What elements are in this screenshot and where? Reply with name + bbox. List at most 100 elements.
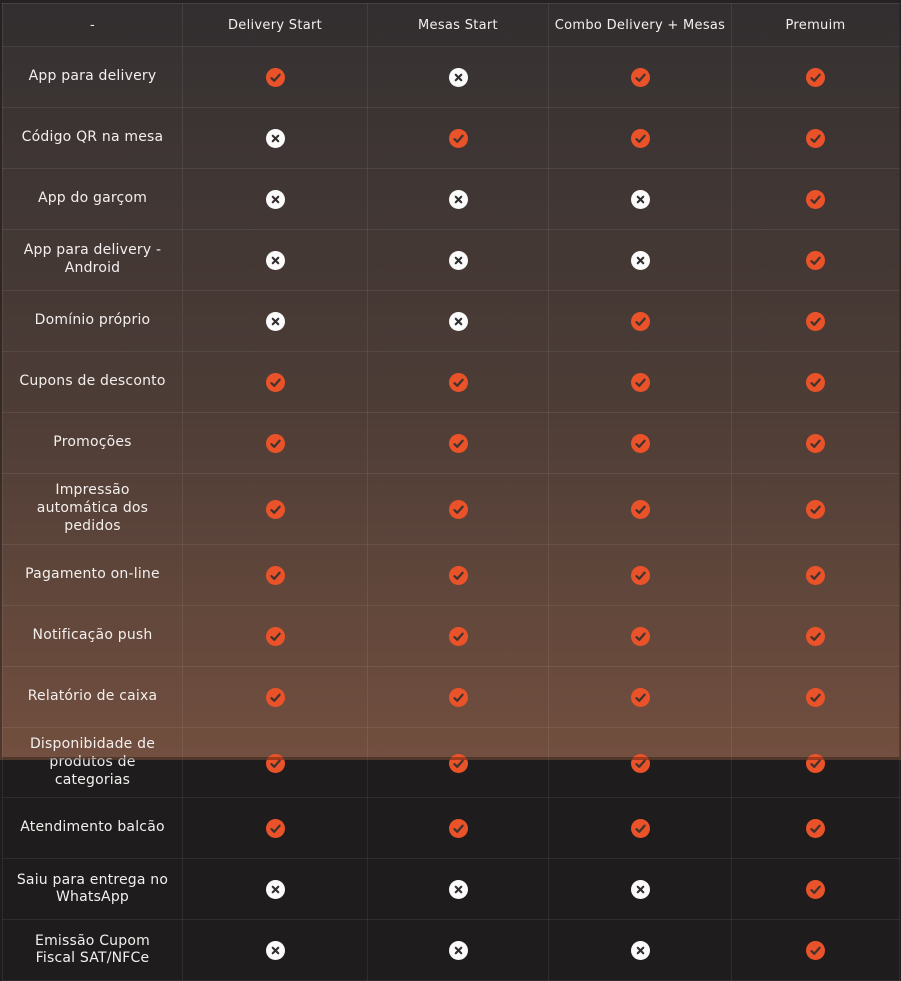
plan-cell [548,473,732,545]
feature-label: Código QR na mesa [2,107,183,169]
feature-label: App para delivery [2,46,183,108]
x-circle-icon [265,941,285,961]
plan-cell [548,543,732,606]
plan-cell [182,168,368,230]
plan-cell [731,107,900,169]
check-circle-icon [806,753,825,773]
check-circle-icon [265,565,285,585]
feature-label: Saiu para entrega no WhatsApp [2,858,183,921]
plan-cell [182,229,368,291]
x-circle-icon [448,251,468,270]
plan-cell [367,797,549,860]
check-circle-icon [630,373,650,392]
plan-cell [731,290,900,352]
check-circle-icon [806,434,825,453]
table-row: Promoções [2,412,900,474]
check-circle-icon [806,880,825,900]
check-circle-icon [265,499,285,519]
feature-label: Impressão automática dos pedidos [2,473,183,545]
check-circle-icon [265,753,285,773]
feature-label: Pagamento on-line [2,543,183,606]
plan-cell [182,290,368,352]
check-circle-icon [806,190,825,209]
feature-label: Promoções [2,412,183,474]
table-body: App para delivery Código QR na mesa App … [2,46,900,981]
plan-cell [731,726,900,799]
check-circle-icon [265,819,285,839]
plan-cell [182,665,368,728]
check-circle-icon [448,626,468,646]
x-circle-icon [630,880,650,900]
table-row: App para delivery [2,46,900,108]
check-circle-icon [448,565,468,585]
check-circle-icon [806,941,825,961]
x-circle-icon [448,68,468,87]
plan-cell [182,797,368,860]
header-feature-column: - [2,3,183,47]
table-row: Cupons de desconto [2,351,900,413]
x-circle-icon [448,880,468,900]
plan-cell [548,107,732,169]
plan-cell [731,543,900,606]
plan-cell [548,919,732,981]
header-plan-combo-delivery-mesas: Combo Delivery + Mesas [548,3,732,47]
plan-cell [182,726,368,799]
x-circle-icon [265,251,285,270]
table-row: Emissão Cupom Fiscal SAT/NFCe [2,919,900,981]
header-row: - Delivery Start Mesas Start Combo Deliv… [2,3,900,47]
table-row: App do garçom [2,168,900,230]
plan-cell [731,412,900,474]
feature-label: Atendimento balcão [2,797,183,860]
check-circle-icon [630,753,650,773]
table-row: Domínio próprio [2,290,900,352]
plan-cell [182,46,368,108]
check-circle-icon [448,434,468,453]
plan-cell [367,290,549,352]
plan-cell [548,858,732,921]
plan-cell [548,665,732,728]
check-circle-icon [265,68,285,87]
plan-cell [182,543,368,606]
feature-label: App para delivery - Android [2,229,183,291]
plan-cell [731,858,900,921]
check-circle-icon [630,687,650,707]
plan-cell [182,858,368,921]
table-row: Relatório de caixa [2,665,900,728]
plan-cell [548,229,732,291]
plan-cell [367,543,549,606]
check-circle-icon [630,565,650,585]
feature-label: App do garçom [2,168,183,230]
check-circle-icon [806,626,825,646]
feature-label: Cupons de desconto [2,351,183,413]
plan-cell [731,351,900,413]
plan-cell [548,412,732,474]
check-circle-icon [630,819,650,839]
table-row: Impressão automática dos pedidos [2,473,900,545]
plan-cell [731,797,900,860]
plan-cell [548,797,732,860]
plan-comparison-table: - Delivery Start Mesas Start Combo Deliv… [2,3,900,981]
plan-cell [367,412,549,474]
header-plan-premium: Premuim [731,3,900,47]
x-circle-icon [265,880,285,900]
plan-cell [182,351,368,413]
check-circle-icon [806,68,825,87]
check-circle-icon [265,626,285,646]
feature-label: Domínio próprio [2,290,183,352]
check-circle-icon [448,753,468,773]
header-plan-mesas-start: Mesas Start [367,3,549,47]
plan-cell [548,604,732,667]
x-circle-icon [448,941,468,961]
x-circle-icon [265,312,285,331]
check-circle-icon [448,499,468,519]
check-circle-icon [630,499,650,519]
table-row: Disponibidade de produtos de categorias [2,726,900,799]
check-circle-icon [265,687,285,707]
plan-cell [367,858,549,921]
table-row: Pagamento on-line [2,543,900,606]
plan-cell [367,351,549,413]
plan-cell [548,46,732,108]
plan-cell [731,604,900,667]
check-circle-icon [806,565,825,585]
check-circle-icon [806,312,825,331]
